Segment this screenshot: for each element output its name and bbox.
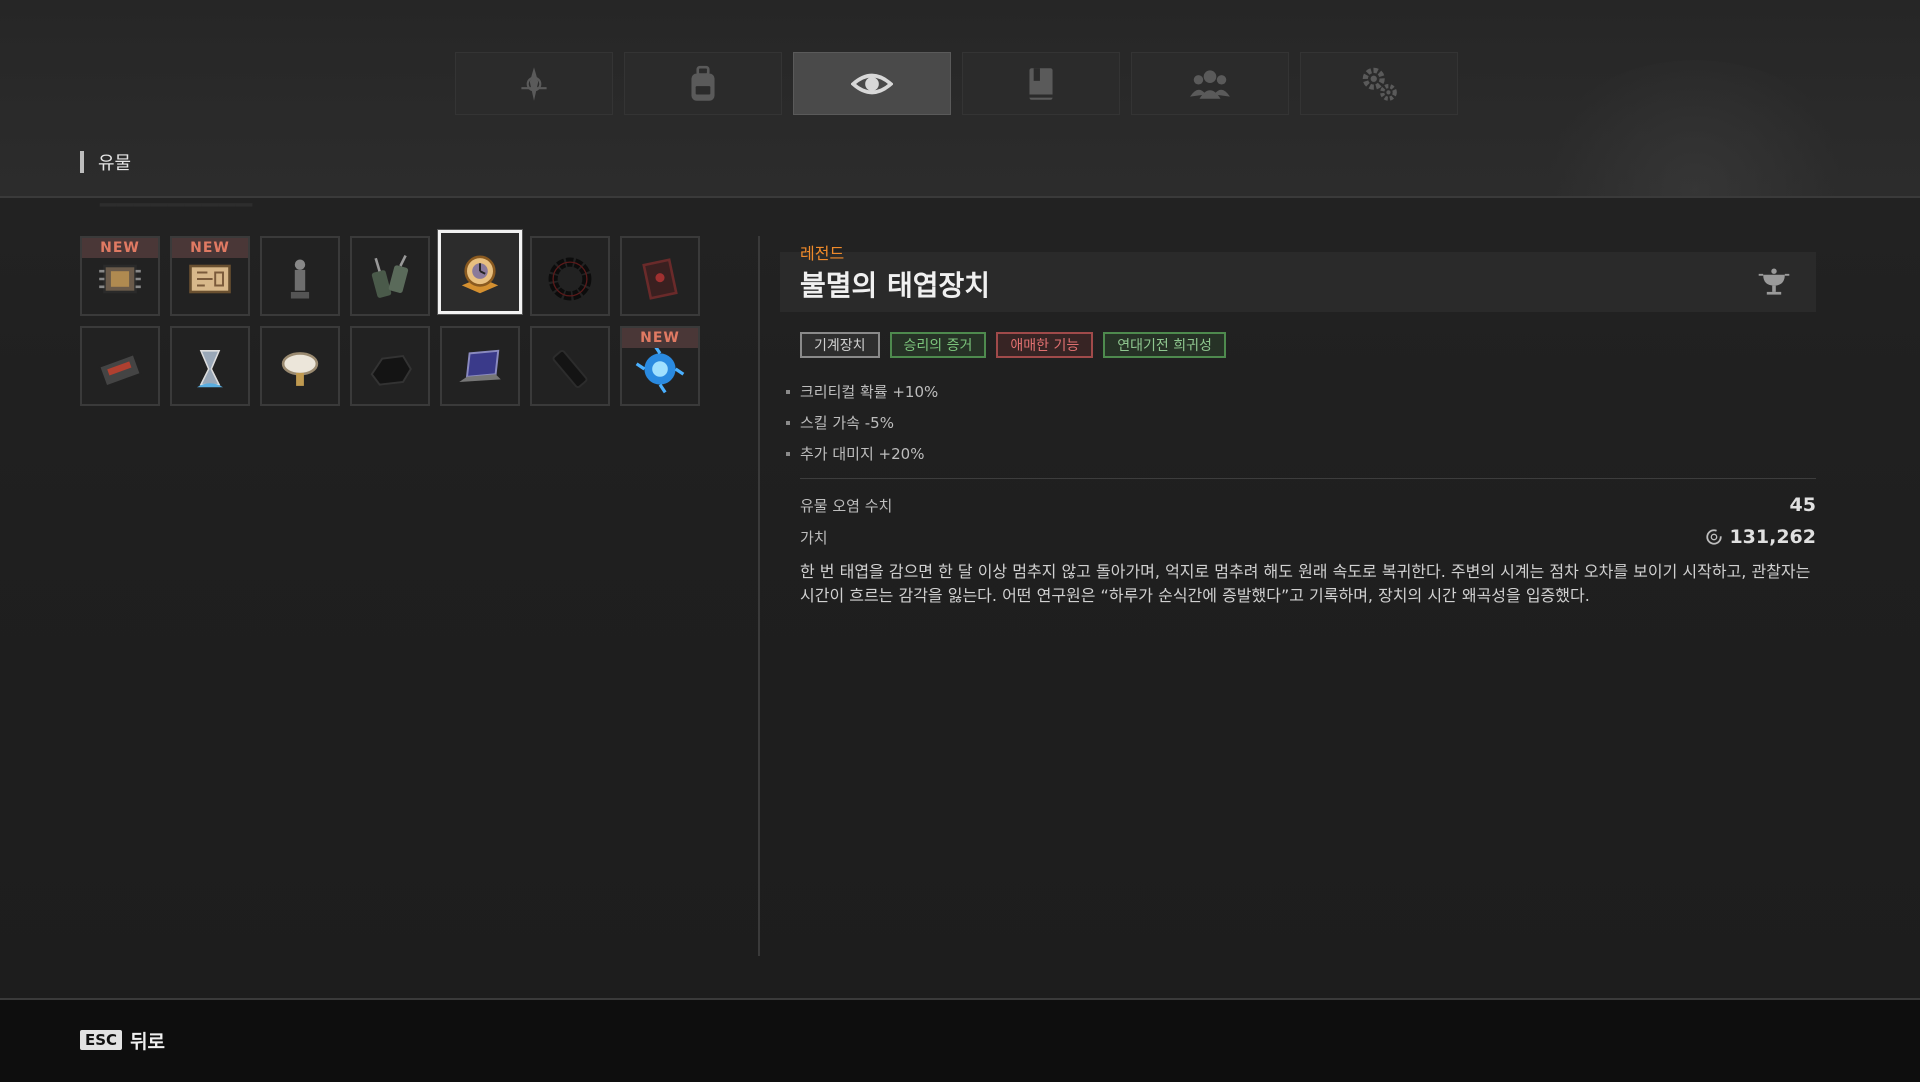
red-book-icon	[642, 258, 678, 300]
esc-key-icon: ESC	[80, 1030, 123, 1050]
magnifier-icon	[281, 352, 319, 386]
value-row: 가치 131,262	[800, 526, 1816, 548]
relic-slot-red-book[interactable]	[620, 236, 700, 316]
relic-slot-chip[interactable]: NEW	[80, 236, 160, 316]
walkie-talkie-icon	[371, 255, 409, 298]
relic-slot-cassette[interactable]	[80, 326, 160, 406]
hourglass-icon	[197, 350, 223, 388]
eye-icon	[851, 73, 893, 94]
relic-slot-magnifier[interactable]	[260, 326, 340, 406]
contamination-row: 유물 오염 수치 45	[800, 494, 1816, 516]
value-amount: 131,262	[1729, 526, 1816, 548]
clock-device-icon	[461, 255, 499, 294]
tab-book[interactable]	[962, 52, 1120, 115]
relic-slot-ring[interactable]	[530, 236, 610, 316]
stat-text: 추가 대미지 +20%	[800, 445, 925, 463]
map-icon	[189, 264, 231, 294]
tab-backpack[interactable]	[624, 52, 782, 115]
contamination-value: 45	[1789, 494, 1816, 516]
statue-icon	[290, 259, 310, 299]
stat-list: 크리티컬 확률 +10% 스킬 가속 -5% 추가 대미지 +20%	[786, 376, 938, 469]
stat-item: 추가 대미지 +20%	[786, 438, 938, 469]
relic-slot-walkie-talkie[interactable]	[350, 236, 430, 316]
bullet-icon	[786, 451, 790, 456]
top-tab-bar	[455, 52, 1458, 115]
bullet-icon	[786, 420, 790, 425]
back-label: 뒤로	[130, 1030, 166, 1053]
tag: 연대기전 희귀성	[1103, 332, 1226, 358]
gears-icon	[1362, 67, 1397, 101]
value-label: 가치	[800, 528, 828, 547]
stat-item: 크리티컬 확률 +10%	[786, 376, 938, 407]
new-badge: NEW	[82, 238, 158, 258]
book-icon	[1029, 67, 1053, 100]
tag: 승리의 증거	[889, 332, 987, 358]
tag: 기계장치	[800, 332, 880, 358]
new-badge: NEW	[172, 238, 248, 258]
relic-slot-phone[interactable]	[530, 326, 610, 406]
section-header: 유물	[80, 150, 131, 174]
item-description: 한 번 태엽을 감으면 한 달 이상 멈추지 않고 돌아가며, 억지로 멈추려 …	[800, 562, 1811, 605]
ghost-text: ▁▁▁▁▁▁▁▁▁	[100, 182, 253, 207]
relic-slot-statue[interactable]	[260, 236, 340, 316]
tag: 애매한 기능	[996, 332, 1094, 358]
back-button[interactable]: ESC 뒤로	[80, 1028, 166, 1053]
relic-slot-map[interactable]: NEW	[170, 236, 250, 316]
currency-icon	[1706, 529, 1723, 545]
relic-slot-laptop[interactable]	[440, 326, 520, 406]
contamination-label: 유물 오염 수치	[800, 496, 893, 515]
chip-icon	[99, 264, 141, 294]
relic-slot-rock[interactable]	[350, 326, 430, 406]
tab-compass[interactable]	[455, 52, 613, 115]
relic-slot-hourglass[interactable]	[170, 326, 250, 406]
relic-slot-blue-orb[interactable]: NEW	[620, 326, 700, 406]
phone-icon	[552, 349, 588, 389]
relic-grid: NEW NEW NEW	[80, 230, 700, 406]
group-icon	[1190, 69, 1230, 99]
footer-bar	[0, 998, 1920, 1082]
rarity-label: 레전드	[800, 244, 845, 263]
compass-icon	[521, 66, 547, 101]
stat-text: 스킬 가속 -5%	[800, 414, 894, 432]
value-amount-wrap: 131,262	[1705, 526, 1816, 548]
black-ring-icon	[548, 257, 592, 301]
dark-rock-icon	[370, 354, 412, 386]
trophy-icon	[1758, 268, 1790, 295]
section-marker	[80, 151, 84, 173]
blue-orb-icon	[635, 344, 685, 394]
stat-item: 스킬 가속 -5%	[786, 407, 938, 438]
tab-settings[interactable]	[1300, 52, 1458, 115]
bullet-icon	[786, 389, 790, 394]
detail-divider	[800, 478, 1816, 479]
new-badge: NEW	[622, 328, 698, 348]
tab-eye[interactable]	[793, 52, 951, 115]
backpack-icon	[691, 65, 715, 101]
relic-slot-clockwork[interactable]	[438, 230, 522, 314]
cassette-icon	[98, 353, 142, 388]
section-title: 유물	[98, 153, 132, 174]
tag-list: 기계장치 승리의 증거 애매한 기능 연대기전 희귀성	[800, 332, 1226, 358]
laptop-icon	[459, 349, 501, 382]
panel-divider	[758, 236, 760, 956]
stat-text: 크리티컬 확률 +10%	[800, 383, 939, 401]
tab-group[interactable]	[1131, 52, 1289, 115]
item-title: 불멸의 태엽장치	[800, 269, 991, 302]
